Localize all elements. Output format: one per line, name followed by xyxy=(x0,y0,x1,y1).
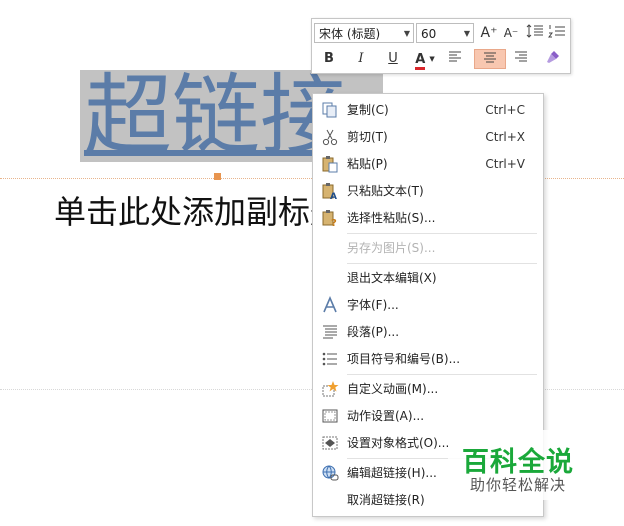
menu-label: 复制(C) xyxy=(347,103,389,117)
menu-item-paragraph[interactable]: 段落(P)... xyxy=(313,319,543,345)
watermark-subtitle: 助你轻松解决 xyxy=(470,476,567,494)
mini-format-toolbar: 宋体 (标题) ▼ 60 ▼ A⁺ A⁻ B I U A ▼ xyxy=(311,18,571,74)
menu-shortcut: Ctrl+V xyxy=(485,157,525,171)
menu-label: 取消超链接(R) xyxy=(347,493,425,507)
menu-item-paste-text[interactable]: A 只粘贴文本(T) xyxy=(313,178,543,204)
menu-item-bullets[interactable]: 项目符号和编号(B)... xyxy=(313,346,543,372)
font-size-value: 60 xyxy=(421,27,437,41)
line-spacing-button[interactable] xyxy=(524,23,546,43)
numbering-button[interactable] xyxy=(546,23,568,43)
action-icon xyxy=(322,409,338,423)
line-spacing-icon xyxy=(526,24,543,38)
animation-star-icon xyxy=(322,381,339,397)
menu-label: 另存为图片(S)... xyxy=(347,241,436,255)
menu-shortcut: Ctrl+X xyxy=(485,130,525,144)
align-center-icon xyxy=(484,52,496,63)
menu-separator xyxy=(347,263,537,264)
scissors-icon xyxy=(322,129,338,146)
font-size-select[interactable]: 60 ▼ xyxy=(416,23,474,43)
italic-button[interactable]: I xyxy=(350,49,372,69)
menu-label: 只粘贴文本(T) xyxy=(347,184,424,198)
grow-font-button[interactable]: A⁺ xyxy=(478,23,500,43)
align-left-icon xyxy=(449,51,461,62)
menu-label: 退出文本编辑(X) xyxy=(347,271,437,285)
menu-label: 编辑超链接(H)... xyxy=(347,466,437,480)
shrink-font-button[interactable]: A⁻ xyxy=(500,23,522,43)
resize-handle[interactable] xyxy=(214,173,221,180)
svg-text:A: A xyxy=(330,192,337,200)
svg-text:?: ? xyxy=(331,218,337,227)
menu-label: 选择性粘贴(S)... xyxy=(347,211,436,225)
menu-item-custom-animation[interactable]: 自定义动画(M)... xyxy=(313,376,543,402)
chevron-down-icon: ▼ xyxy=(429,55,435,63)
font-color-letter: A xyxy=(415,52,426,70)
align-left-button[interactable] xyxy=(444,49,466,69)
menu-label: 剪切(T) xyxy=(347,130,388,144)
font-name-select[interactable]: 宋体 (标题) ▼ xyxy=(314,23,414,43)
chevron-down-icon: ▼ xyxy=(403,29,410,38)
menu-separator xyxy=(347,233,537,234)
menu-label: 字体(F)... xyxy=(347,298,399,312)
menu-item-action-settings[interactable]: 动作设置(A)... xyxy=(313,403,543,429)
align-right-icon xyxy=(515,51,527,62)
underline-button[interactable]: U xyxy=(382,49,404,69)
bullets-icon xyxy=(322,352,337,366)
watermark: 百科全说 助你轻松解决 xyxy=(448,430,598,500)
paragraph-icon xyxy=(323,325,337,339)
menu-item-copy[interactable]: 复制(C) Ctrl+C xyxy=(313,97,543,123)
format-painter-button[interactable] xyxy=(542,49,564,69)
menu-label: 动作设置(A)... xyxy=(347,409,425,423)
numbered-list-icon xyxy=(548,25,565,38)
chevron-down-icon: ▼ xyxy=(463,29,470,38)
paste-special-icon: ? xyxy=(322,210,337,227)
menu-label: 项目符号和编号(B)... xyxy=(347,352,461,366)
copy-icon xyxy=(322,102,337,118)
hyperlink-globe-icon xyxy=(322,465,339,481)
align-right-button[interactable] xyxy=(510,49,532,69)
menu-item-paste-special[interactable]: ? 选择性粘贴(S)... xyxy=(313,205,543,231)
menu-item-paste[interactable]: 粘贴(P) Ctrl+V xyxy=(313,151,543,177)
menu-label: 设置对象格式(O)... xyxy=(347,436,450,450)
paste-icon xyxy=(322,156,338,173)
paste-text-icon: A xyxy=(322,183,337,200)
subtitle-placeholder[interactable]: 单击此处添加副标题 xyxy=(54,190,342,234)
font-color-button[interactable]: A ▼ xyxy=(410,49,440,70)
menu-label: 自定义动画(M)... xyxy=(347,382,439,396)
menu-label: 段落(P)... xyxy=(347,325,400,339)
menu-label: 粘贴(P) xyxy=(347,157,388,171)
menu-separator xyxy=(347,374,537,375)
bold-button[interactable]: B xyxy=(318,49,340,69)
font-icon xyxy=(323,296,337,313)
menu-item-save-as-picture: 另存为图片(S)... xyxy=(313,235,543,261)
format-object-icon xyxy=(322,436,338,450)
font-name-value: 宋体 (标题) xyxy=(319,27,381,41)
menu-shortcut: Ctrl+C xyxy=(485,103,525,117)
menu-item-font[interactable]: 字体(F)... xyxy=(313,292,543,318)
align-center-button[interactable] xyxy=(474,49,506,69)
menu-item-cut[interactable]: 剪切(T) Ctrl+X xyxy=(313,124,543,150)
menu-item-exit-text-edit[interactable]: 退出文本编辑(X) xyxy=(313,265,543,291)
format-painter-icon xyxy=(547,51,559,63)
